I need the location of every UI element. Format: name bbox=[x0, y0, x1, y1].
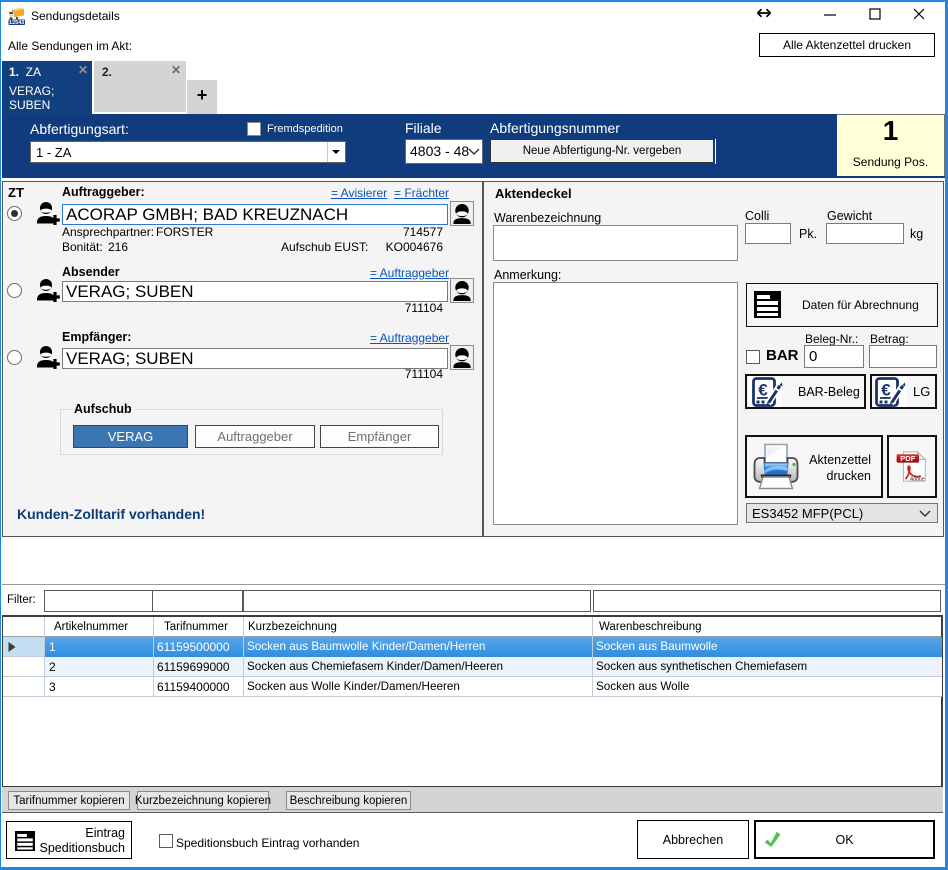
svg-text:12543: 12543 bbox=[9, 20, 24, 25]
